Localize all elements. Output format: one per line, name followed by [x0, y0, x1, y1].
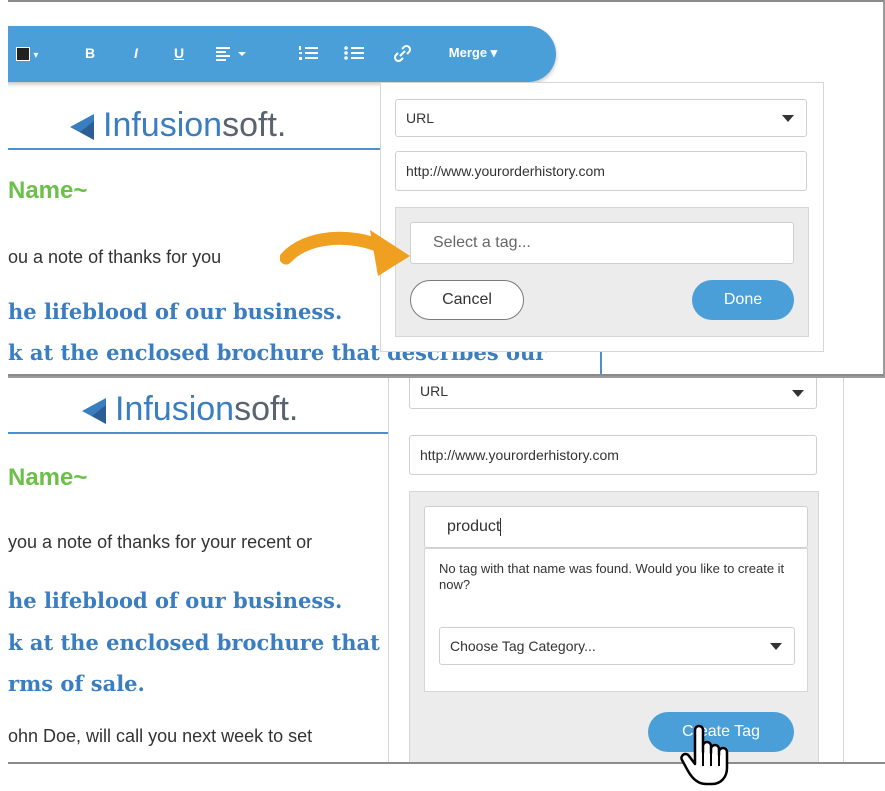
- tag-select-input[interactable]: Select a tag...: [410, 222, 794, 264]
- lifeblood-line: he lifeblood of our business.: [8, 588, 343, 613]
- infusionsoft-logo: Infusionsoft.: [115, 390, 299, 428]
- link-type-select[interactable]: URL: [395, 99, 807, 137]
- text-cursor: [500, 517, 502, 536]
- thanks-line: you a note of thanks for your recent or: [8, 532, 313, 552]
- numbered-list-icon: [299, 46, 318, 60]
- align-icon: [216, 47, 246, 61]
- header-rule: [8, 432, 388, 434]
- tag-category-value: Choose Tag Category...: [450, 638, 596, 654]
- editor-panel-top: Infusionsoft. Name~ ou a note of thanks …: [8, 0, 885, 376]
- chevron-down-icon: [782, 115, 794, 122]
- chevron-down-icon: [792, 390, 804, 397]
- formatting-toolbar: ▾ B I U Merge ▾: [8, 26, 556, 82]
- infusionsoft-logo: Infusionsoft.: [103, 106, 287, 144]
- link-type-value: URL: [420, 383, 449, 399]
- url-input[interactable]: http://www.yourorderhistory.com: [409, 435, 817, 475]
- done-button[interactable]: Done: [692, 280, 794, 320]
- bullet-list-button[interactable]: [342, 40, 366, 66]
- numbered-list-button[interactable]: [296, 40, 320, 66]
- link-icon: [393, 44, 412, 63]
- color-swatch-icon: [15, 47, 30, 62]
- link-type-value: URL: [406, 110, 435, 126]
- brochure-line: k at the enclosed brochure that describe…: [8, 630, 388, 655]
- link-button[interactable]: [390, 40, 414, 66]
- terms-line: rms of sale.: [8, 671, 145, 696]
- italic-button[interactable]: I: [126, 40, 146, 66]
- tag-category-select[interactable]: Choose Tag Category...: [439, 627, 795, 665]
- tag-input-value: product: [447, 518, 501, 535]
- tag-section: Select a tag... Cancel Done: [395, 207, 809, 337]
- salutation: Name~: [8, 464, 88, 491]
- logo-mark-icon: [80, 396, 108, 431]
- cancel-button[interactable]: Cancel: [410, 280, 524, 320]
- not-found-message: No tag with that name was found. Would y…: [439, 561, 785, 592]
- bold-button[interactable]: B: [80, 40, 100, 66]
- tag-search-input[interactable]: product: [424, 506, 808, 548]
- header-rule: [8, 148, 383, 150]
- salutation: Name~: [8, 177, 88, 204]
- tag-section: product No tag with that name was found.…: [409, 491, 819, 762]
- link-popover: URL http://www.yourorderhistory.com Sele…: [380, 82, 824, 352]
- color-swatch-button[interactable]: ▾: [10, 40, 44, 66]
- create-tag-panel: No tag with that name was found. Would y…: [424, 548, 808, 692]
- editor-panel-bottom: Infusionsoft. Name~ you a note of thanks…: [8, 376, 885, 764]
- underline-button[interactable]: U: [169, 40, 189, 66]
- chevron-down-icon: ▾: [33, 50, 39, 61]
- tag-popover: URL http://www.yourorderhistory.com prod…: [388, 378, 844, 762]
- logo-mark-icon: [68, 112, 96, 147]
- followup-line: ohn Doe, will call you next week to set: [8, 726, 313, 746]
- bullet-list-icon: [344, 46, 364, 60]
- link-type-select[interactable]: URL: [409, 378, 817, 409]
- merge-button[interactable]: Merge ▾: [438, 40, 508, 66]
- orange-arrow-icon: [279, 226, 414, 301]
- hand-cursor-icon: [680, 722, 730, 791]
- chevron-down-icon: [770, 643, 782, 650]
- lifeblood-line: he lifeblood of our business.: [8, 299, 343, 324]
- thanks-line: ou a note of thanks for you: [8, 247, 222, 267]
- url-input[interactable]: http://www.yourorderhistory.com: [395, 151, 807, 191]
- align-button[interactable]: [212, 40, 252, 66]
